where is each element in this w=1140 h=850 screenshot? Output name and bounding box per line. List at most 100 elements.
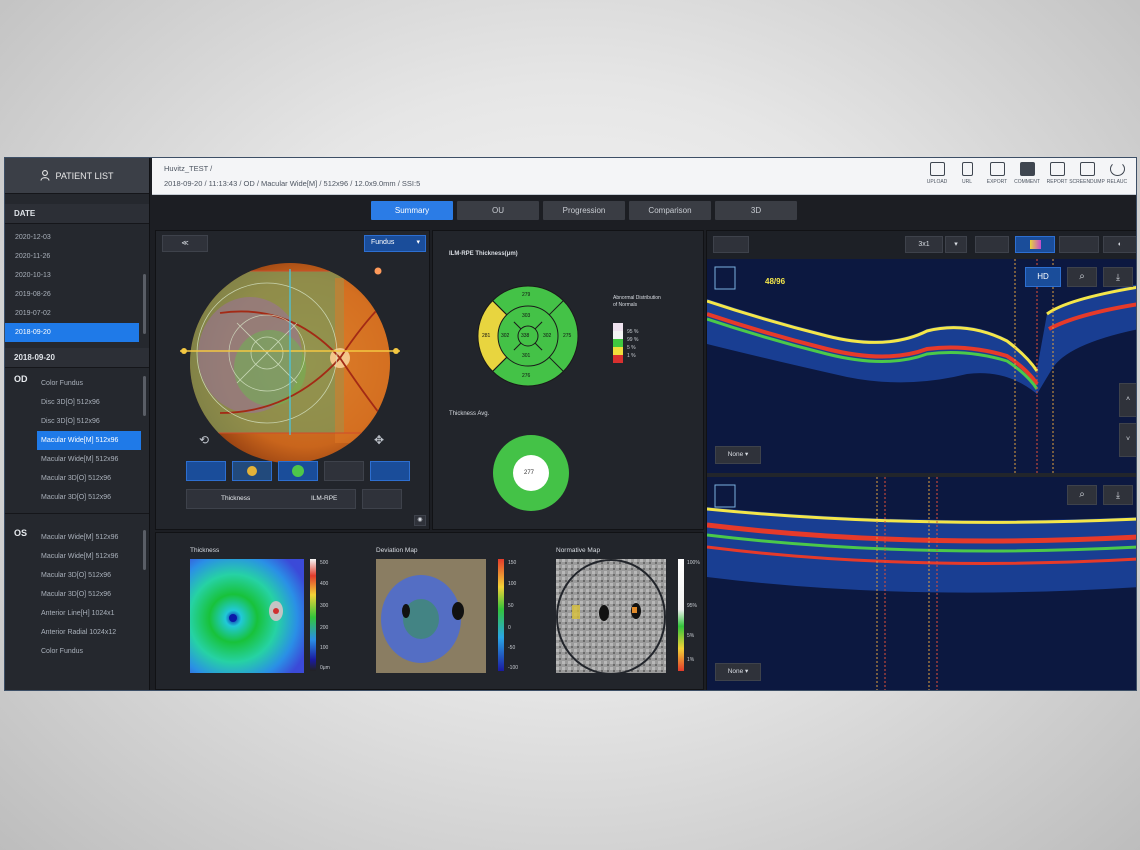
color-mode-button[interactable] bbox=[1015, 236, 1055, 253]
od-scan-item[interactable]: Macular Wide[M] 512x96 bbox=[5, 450, 149, 469]
os-scan-item[interactable]: Anterior Radial 1024x12 bbox=[5, 623, 149, 642]
scale-label: 300 bbox=[320, 603, 329, 609]
sidebar: PATIENT LIST DATE 2020-12-03 2020-11-26 … bbox=[5, 158, 150, 690]
scale-label: 100 bbox=[320, 645, 329, 651]
expand-icon[interactable]: ✥ bbox=[374, 433, 384, 447]
tab-comparison[interactable]: Comparison bbox=[629, 201, 711, 220]
comment-button[interactable]: COMMENT bbox=[1014, 162, 1040, 185]
date-item[interactable]: 2019-08-26 bbox=[5, 285, 149, 304]
upload-icon bbox=[929, 162, 945, 176]
deviation-map[interactable] bbox=[376, 559, 486, 673]
scroll-up-button[interactable]: ˄ bbox=[1119, 383, 1136, 417]
patient-list-button[interactable]: PATIENT LIST bbox=[5, 158, 149, 194]
od-scan-item-selected[interactable]: Macular Wide[M] 512x96 bbox=[37, 431, 141, 450]
screendump-icon bbox=[1079, 162, 1095, 176]
normative-map[interactable] bbox=[556, 559, 666, 673]
bscan-layout-button[interactable] bbox=[713, 236, 749, 253]
normative-map-label: Normative Map bbox=[556, 547, 601, 554]
tab-3d[interactable]: 3D bbox=[715, 201, 797, 220]
bscan-image-bottom[interactable] bbox=[707, 477, 1137, 691]
top-layer-select-label: None bbox=[727, 451, 744, 458]
outer-temporal: 281 bbox=[482, 333, 491, 339]
date-scrollbar[interactable] bbox=[143, 274, 146, 334]
os-scan-item[interactable]: Color Fundus bbox=[5, 642, 149, 661]
contrast-button[interactable]: ◐ bbox=[1103, 236, 1136, 253]
top-layer-select[interactable]: None ▾ bbox=[715, 446, 761, 464]
map-icon bbox=[292, 465, 304, 477]
od-scan-item[interactable]: Macular 3D[O] 512x96 bbox=[5, 469, 149, 488]
view-mode-2-button[interactable] bbox=[232, 461, 272, 481]
upload-button[interactable]: UPLOAD bbox=[924, 162, 950, 185]
outer-inferior: 276 bbox=[522, 373, 531, 379]
scale-label: 5% bbox=[687, 633, 695, 639]
legend-label: 5 % bbox=[627, 345, 636, 351]
scan-info: 2018-09-20 / 11:13:43 / OD / Macular Wid… bbox=[164, 179, 421, 188]
scan-line-button[interactable] bbox=[975, 236, 1009, 253]
os-scrollbar[interactable] bbox=[143, 530, 146, 570]
bottom-layer-select[interactable]: None ▾ bbox=[715, 663, 761, 681]
od-scan-item[interactable]: Disc 3D[O] 512x96 bbox=[5, 412, 149, 431]
download-icon: ⤓ bbox=[1116, 272, 1120, 282]
report-button[interactable]: REPORT bbox=[1044, 162, 1070, 185]
view-select-chevron[interactable]: ▾ bbox=[945, 236, 967, 253]
url-button[interactable]: URL bbox=[954, 162, 980, 185]
legend-swatch bbox=[613, 347, 623, 355]
collapse-button[interactable]: ≪ bbox=[162, 235, 208, 252]
os-group: OS Macular Wide[M] 512x96 Macular Wide[M… bbox=[5, 514, 149, 667]
od-scan-item[interactable]: Disc 3D[O] 512x96 bbox=[5, 393, 149, 412]
legend-swatch bbox=[613, 339, 623, 347]
date-item[interactable]: 2020-11-26 bbox=[5, 247, 149, 266]
od-label: OD bbox=[14, 374, 28, 384]
corner-button[interactable]: ◉ bbox=[414, 515, 426, 526]
tab-ou[interactable]: OU bbox=[457, 201, 539, 220]
screendump-button[interactable]: SCREENDUMP bbox=[1069, 162, 1105, 185]
od-scan-item[interactable]: Macular 3D[O] 512x96 bbox=[5, 488, 149, 507]
tab-bar: Summary OU Progression Comparison 3D bbox=[152, 196, 1136, 227]
date-item[interactable]: 2020-12-03 bbox=[5, 228, 149, 247]
os-scan-item[interactable]: Macular Wide[M] 512x96 bbox=[5, 547, 149, 566]
palette-icon bbox=[1030, 240, 1041, 249]
rotate-left-icon[interactable]: ⟲ bbox=[199, 433, 209, 447]
download-button-bottom[interactable]: ⤓ bbox=[1103, 485, 1133, 505]
scale-label: 200 bbox=[320, 625, 329, 631]
date-item[interactable]: 2020-10-13 bbox=[5, 266, 149, 285]
view-mode-3-button[interactable] bbox=[278, 461, 318, 481]
hd-label: HD bbox=[1037, 272, 1049, 281]
zoom-button[interactable]: ⌕ bbox=[1067, 267, 1097, 287]
comment-icon bbox=[1019, 162, 1035, 176]
hd-button[interactable]: HD bbox=[1025, 267, 1061, 287]
tab-summary[interactable]: Summary bbox=[371, 201, 453, 220]
zoom-icon: ⌕ bbox=[1079, 271, 1085, 282]
grayscale-button[interactable] bbox=[1059, 236, 1099, 253]
zoom-icon: ⌕ bbox=[1079, 489, 1085, 500]
view-mode-4-button[interactable] bbox=[324, 461, 364, 481]
view-select[interactable]: 3x1 bbox=[905, 236, 943, 253]
export-button[interactable]: EXPORT bbox=[984, 162, 1010, 185]
legend-swatch bbox=[613, 323, 623, 331]
os-scan-item[interactable]: Anterior Line[H] 1024x1 bbox=[5, 604, 149, 623]
app-window: PATIENT LIST DATE 2020-12-03 2020-11-26 … bbox=[4, 157, 1137, 691]
relauc-button[interactable]: RELAUC bbox=[1104, 162, 1130, 185]
fundus-dropdown[interactable]: Fundus ▾ bbox=[364, 235, 426, 252]
bscan-image-top[interactable] bbox=[707, 259, 1137, 473]
view-mode-5-button[interactable] bbox=[370, 461, 410, 481]
date-item[interactable]: 2019-07-02 bbox=[5, 304, 149, 323]
layer-select[interactable]: Thickness ILM-RPE bbox=[186, 489, 356, 509]
export-icon bbox=[989, 162, 1005, 176]
os-scan-item[interactable]: Macular 3D[O] 512x96 bbox=[5, 566, 149, 585]
fundus-dropdown-label: Fundus bbox=[371, 239, 395, 246]
od-scrollbar[interactable] bbox=[143, 376, 146, 416]
layer-color-button[interactable] bbox=[362, 489, 402, 509]
deviation-scale-bar bbox=[498, 559, 504, 671]
view-mode-1-button[interactable] bbox=[186, 461, 226, 481]
tab-progression[interactable]: Progression bbox=[543, 201, 625, 220]
download-button[interactable]: ⤓ bbox=[1103, 267, 1133, 287]
scale-label: 1% bbox=[687, 657, 695, 663]
os-scan-item[interactable]: Macular 3D[O] 512x96 bbox=[5, 585, 149, 604]
date-item-selected[interactable]: 2018-09-20 bbox=[5, 323, 139, 342]
thickness-map[interactable] bbox=[190, 559, 304, 673]
thickness-avg-value: 277 bbox=[524, 470, 535, 476]
scroll-down-button[interactable]: ˅ bbox=[1119, 423, 1136, 457]
inner-superior: 303 bbox=[522, 313, 531, 319]
zoom-button-bottom[interactable]: ⌕ bbox=[1067, 485, 1097, 505]
